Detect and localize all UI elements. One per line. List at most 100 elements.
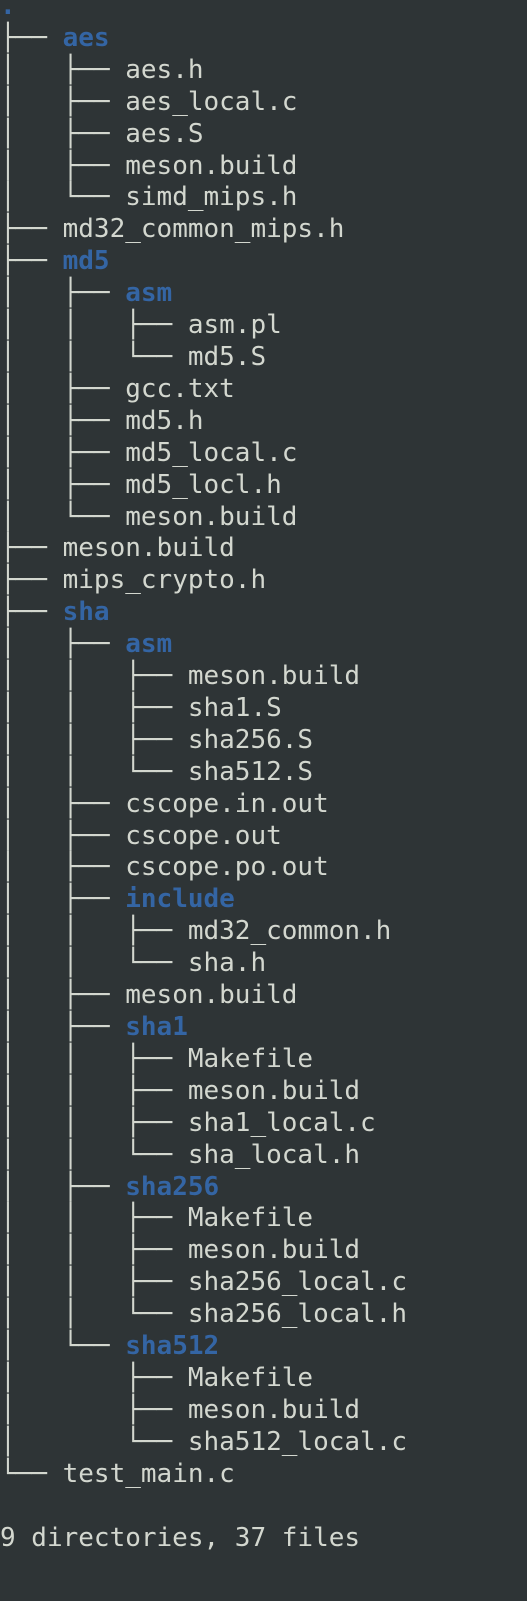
tree-branch-prefix: │ ├── bbox=[0, 469, 126, 500]
file-name: sha1_local.c bbox=[187, 1107, 376, 1138]
tree-branch-prefix: ├── bbox=[0, 565, 63, 596]
tree-branch-prefix: │ │ └── bbox=[0, 1299, 188, 1330]
tree-branch-prefix: ├── bbox=[0, 22, 63, 53]
file-name: meson.build bbox=[62, 533, 235, 564]
tree-line: │ └── meson.build bbox=[0, 502, 527, 534]
tree-line: │ └── simd_mips.h bbox=[0, 182, 527, 214]
tree-branch-prefix: │ │ ├── bbox=[0, 310, 188, 341]
tree-branch-prefix: │ ├── bbox=[0, 884, 126, 915]
file-name: asm.pl bbox=[187, 310, 282, 341]
tree-branch-prefix: │ ├── bbox=[0, 86, 126, 117]
file-name: Makefile bbox=[187, 1043, 314, 1074]
tree-line: │ ├── sha256 bbox=[0, 1172, 527, 1204]
file-name: aes_local.c bbox=[125, 86, 298, 117]
file-name: sha512_local.c bbox=[187, 1426, 407, 1457]
tree-line: ├── meson.build bbox=[0, 533, 527, 565]
directory-name: md5 bbox=[62, 246, 110, 277]
terminal-output: . ├── aes │ ├── aes.h │ ├── aes_local.c │ ├─… bbox=[0, 0, 527, 1554]
tree-line: ├── mips_crypto.h bbox=[0, 565, 527, 597]
file-name: mips_crypto.h bbox=[62, 565, 267, 596]
tree-line: │ ├── md5_locl.h bbox=[0, 470, 527, 502]
tree-line: │ │ ├── sha1.S bbox=[0, 693, 527, 725]
tree-branch-prefix: ├── bbox=[0, 246, 63, 277]
tree-branch-prefix: │ │ └── bbox=[0, 756, 188, 787]
tree-line: . bbox=[0, 0, 527, 23]
summary-text: 9 directories, 37 files bbox=[0, 1522, 361, 1553]
file-name: md5_locl.h bbox=[125, 469, 282, 500]
file-name: md5_local.c bbox=[125, 437, 298, 468]
directory-name: sha512 bbox=[125, 1331, 220, 1362]
tree-line: │ ├── asm bbox=[0, 278, 527, 310]
directory-name: include bbox=[125, 884, 235, 915]
file-name: cscope.po.out bbox=[125, 852, 329, 883]
tree-line: │ ├── cscope.in.out bbox=[0, 789, 527, 821]
tree-line: │ ├── sha1 bbox=[0, 1012, 527, 1044]
tree-line: └── test_main.c bbox=[0, 1459, 527, 1491]
directory-name: aes bbox=[62, 22, 110, 53]
tree-line: │ └── sha512 bbox=[0, 1331, 527, 1363]
tree-branch-prefix: │ │ ├── bbox=[0, 916, 188, 947]
file-name: md5.h bbox=[125, 405, 204, 436]
tree-line: │ │ ├── meson.build bbox=[0, 661, 527, 693]
tree-line: │ │ ├── Makefile bbox=[0, 1203, 527, 1235]
tree-branch-prefix: │ │ └── bbox=[0, 341, 188, 372]
tree-line: │ ├── cscope.po.out bbox=[0, 852, 527, 884]
tree-branch-prefix: │ ├── bbox=[0, 437, 126, 468]
tree-line: │ │ ├── meson.build bbox=[0, 1235, 527, 1267]
tree-line: ├── sha bbox=[0, 597, 527, 629]
tree-branch-prefix: │ ├── bbox=[0, 405, 126, 436]
tree-line: │ ├── aes.h bbox=[0, 55, 527, 87]
tree-branch-prefix: │ ├── bbox=[0, 1394, 188, 1425]
tree-line: │ ├── md5_local.c bbox=[0, 438, 527, 470]
tree-line: │ ├── md5.h bbox=[0, 406, 527, 438]
tree-line: ├── md32_common_mips.h bbox=[0, 214, 527, 246]
tree-line: │ ├── meson.build bbox=[0, 1395, 527, 1427]
tree-line: │ │ ├── asm.pl bbox=[0, 310, 527, 342]
tree-line: │ │ └── md5.S bbox=[0, 342, 527, 374]
tree-branch-prefix: │ │ ├── bbox=[0, 1075, 188, 1106]
file-name: meson.build bbox=[125, 980, 298, 1011]
tree-line: │ ├── include bbox=[0, 884, 527, 916]
file-name: simd_mips.h bbox=[125, 182, 298, 213]
tree-branch-prefix: │ ├── bbox=[0, 54, 126, 85]
file-name: aes.S bbox=[125, 118, 204, 149]
directory-name: . bbox=[0, 0, 16, 21]
tree-line: │ │ └── sha512.S bbox=[0, 757, 527, 789]
tree-branch-prefix: │ │ ├── bbox=[0, 1267, 188, 1298]
tree-line: │ ├── meson.build bbox=[0, 980, 527, 1012]
tree-branch-prefix: ├── bbox=[0, 214, 63, 245]
tree-line: ├── md5 bbox=[0, 246, 527, 278]
tree-line: │ │ ├── sha256.S bbox=[0, 725, 527, 757]
tree-branch-prefix: │ │ ├── bbox=[0, 1107, 188, 1138]
tree-branch-prefix: │ ├── bbox=[0, 820, 126, 851]
tree-line: │ │ ├── sha1_local.c bbox=[0, 1108, 527, 1140]
file-name: cscope.in.out bbox=[125, 788, 329, 819]
tree-summary: 9 directories, 37 files bbox=[0, 1523, 527, 1555]
tree-branch-prefix: │ └── bbox=[0, 1331, 126, 1362]
tree-branch-prefix: └── bbox=[0, 1458, 63, 1489]
file-name: meson.build bbox=[187, 1394, 361, 1425]
directory-name: asm bbox=[125, 278, 173, 309]
file-name: cscope.out bbox=[125, 820, 282, 851]
file-name: sha_local.h bbox=[187, 1139, 361, 1170]
tree-branch-prefix: ├── bbox=[0, 597, 63, 628]
file-name: aes.h bbox=[125, 54, 204, 85]
file-name: meson.build bbox=[125, 501, 298, 532]
file-name: sha256.S bbox=[187, 724, 314, 755]
file-name: sha512.S bbox=[187, 756, 314, 787]
tree-branch-prefix: │ ├── bbox=[0, 980, 126, 1011]
file-name: meson.build bbox=[187, 661, 361, 692]
tree-line: │ │ └── sha.h bbox=[0, 948, 527, 980]
tree-line: │ ├── aes.S bbox=[0, 119, 527, 151]
file-name: sha1.S bbox=[187, 692, 282, 723]
tree-line: │ ├── asm bbox=[0, 629, 527, 661]
file-name: meson.build bbox=[187, 1235, 361, 1266]
tree-line: │ ├── meson.build bbox=[0, 151, 527, 183]
tree-line: │ └── sha512_local.c bbox=[0, 1427, 527, 1459]
tree-branch-prefix: ├── bbox=[0, 533, 63, 564]
tree-branch-prefix: │ ├── bbox=[0, 852, 126, 883]
file-name: Makefile bbox=[187, 1203, 314, 1234]
tree-branch-prefix: │ │ └── bbox=[0, 948, 188, 979]
tree-line: │ │ ├── sha256_local.c bbox=[0, 1267, 527, 1299]
